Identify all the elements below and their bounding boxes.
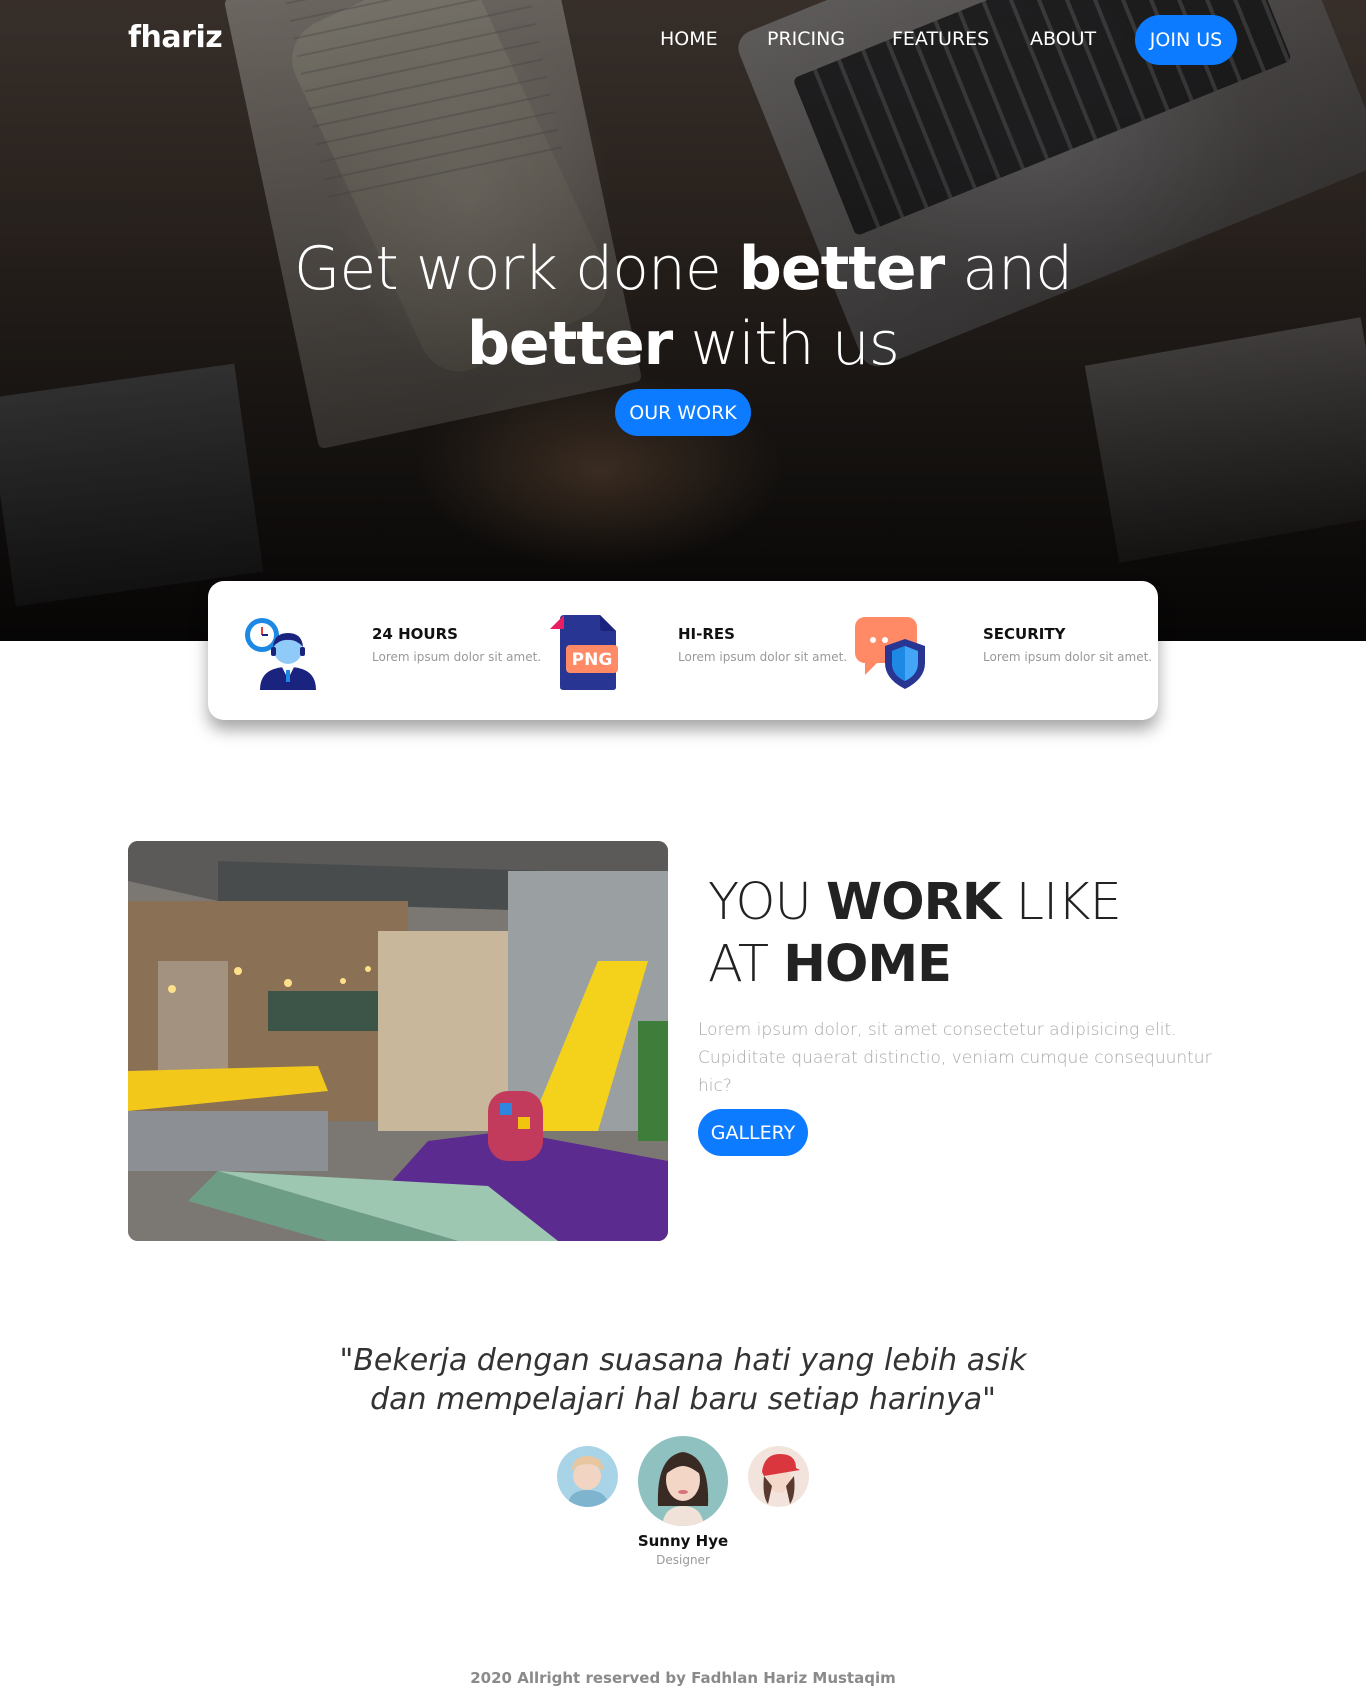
testimonial-quote: "Bekerja dengan suasana hati yang lebih … [0, 1341, 1366, 1419]
avatar-right[interactable] [748, 1446, 809, 1507]
work-heading-text: AT [708, 935, 784, 994]
work-description: Lorem ipsum dolor, sit amet consectetur … [698, 1020, 1212, 1096]
feature-security: SECURITY Lorem ipsum dolor sit amet. [853, 615, 1153, 695]
hero-title: Get work done better and better with us [0, 232, 1366, 382]
hero-title-bold: better [466, 309, 673, 379]
quote-line: "Bekerja dengan suasana hati yang lebih … [339, 1343, 1027, 1378]
our-work-button[interactable]: OUR WORK [615, 389, 751, 436]
feature-title: SECURITY [983, 625, 1066, 643]
work-heading-bold: WORK [826, 873, 1001, 932]
quote-line: dan mempelajari hal baru setiap harinya" [370, 1382, 996, 1417]
hero-title-text: and [944, 234, 1073, 304]
gallery-button[interactable]: GALLERY [698, 1109, 808, 1156]
workspace-illustration [128, 841, 668, 1241]
feature-title: HI-RES [678, 625, 735, 643]
feature-description: Lorem ipsum dolor sit amet. [678, 650, 848, 664]
brand-logo[interactable]: fhariz [128, 20, 223, 55]
features-panel: 24 HOURS Lorem ipsum dolor sit amet. PNG… [208, 581, 1158, 720]
feature-hi-res: PNG HI-RES Lorem ipsum dolor sit amet. [548, 615, 848, 695]
nav-home[interactable]: HOME [660, 28, 718, 50]
feature-description: Lorem ipsum dolor sit amet. [983, 650, 1153, 664]
navbar: fhariz HOME PRICING FEATURES ABOUT JOIN … [0, 0, 1366, 80]
testimonial-role: Designer [656, 1553, 710, 1567]
chat-shield-icon [855, 617, 925, 689]
png-badge-text: PNG [572, 650, 613, 670]
workspace-photo [128, 841, 668, 1241]
work-heading: YOU WORK LIKE AT HOME [708, 872, 1122, 996]
feature-description: Lorem ipsum dolor sit amet. [372, 650, 542, 664]
avatar-left[interactable] [557, 1446, 618, 1507]
png-file-icon: PNG [550, 615, 618, 690]
hero-title-text: Get work done [293, 234, 739, 304]
avatar-active[interactable] [638, 1436, 728, 1526]
nav-features[interactable]: FEATURES [892, 28, 989, 50]
join-us-button[interactable]: JOIN US [1135, 15, 1237, 65]
hero-title-text: with us [672, 309, 900, 379]
feature-24-hours: 24 HOURS Lorem ipsum dolor sit amet. [242, 615, 542, 695]
hero-section: fhariz HOME PRICING FEATURES ABOUT JOIN … [0, 0, 1366, 641]
feature-title: 24 HOURS [372, 625, 458, 643]
work-heading-bold: HOME [783, 935, 952, 994]
hero-title-bold: better [738, 234, 945, 304]
testimonial-name: Sunny Hye [637, 1532, 729, 1550]
support-agent-clock-icon [245, 618, 316, 690]
nav-about[interactable]: ABOUT [1030, 28, 1096, 50]
nav-pricing[interactable]: PRICING [767, 28, 845, 50]
work-heading-text: YOU [708, 873, 827, 932]
footer-text: 2020 Allright reserved by Fadhlan Hariz … [470, 1669, 896, 1687]
work-heading-text: LIKE [1000, 873, 1122, 932]
